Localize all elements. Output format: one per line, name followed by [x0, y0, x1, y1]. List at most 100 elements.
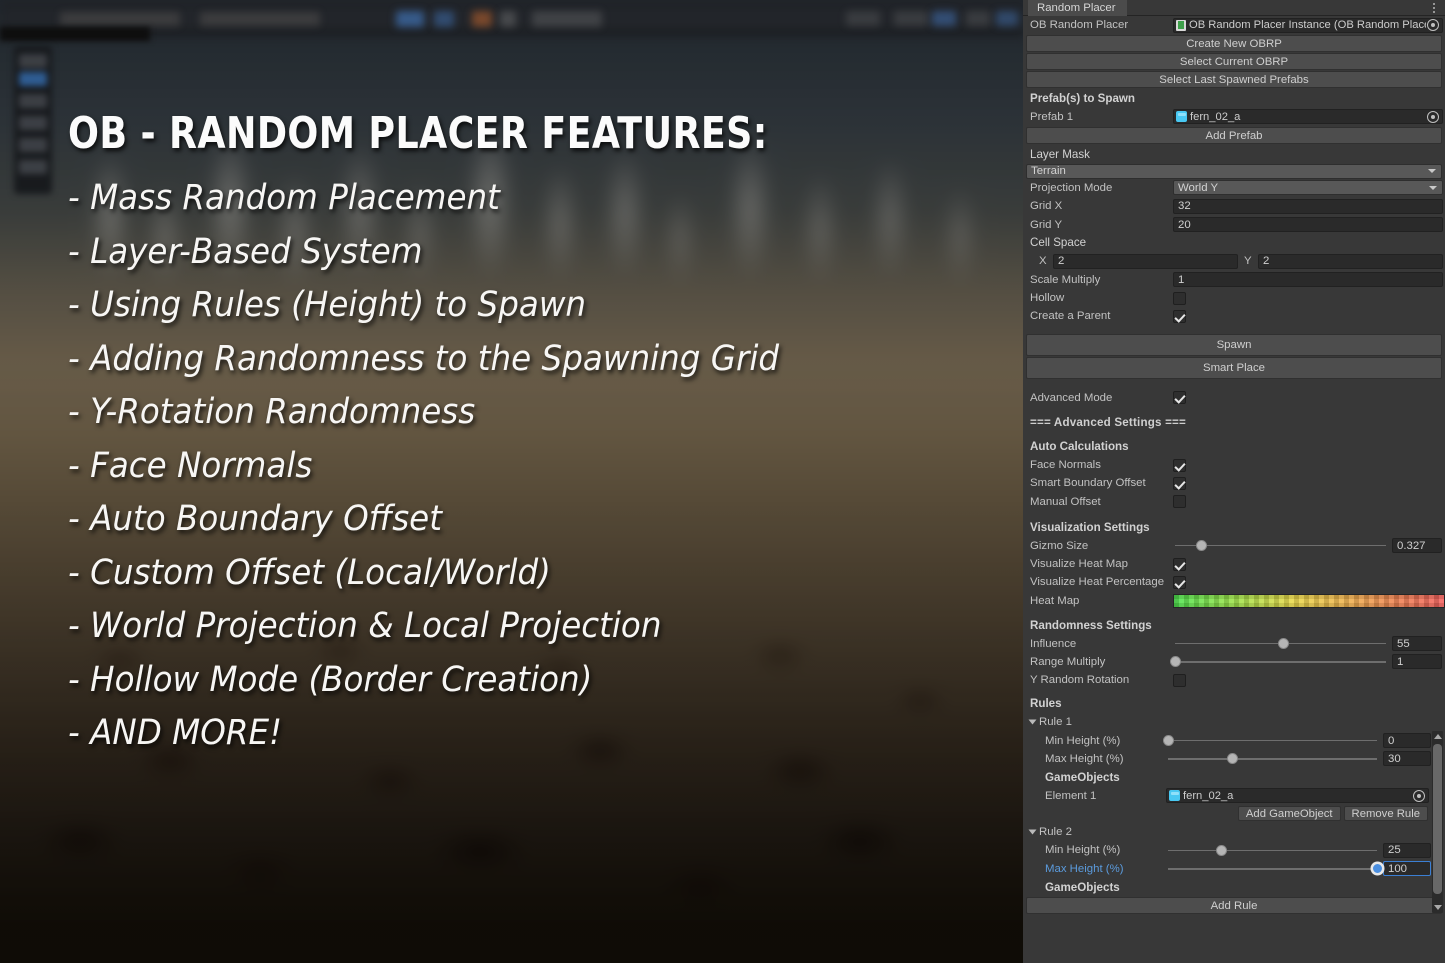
slider-handle[interactable] — [1227, 753, 1238, 764]
toolbar-step-button[interactable] — [472, 11, 492, 27]
y-random-rotation-checkbox[interactable] — [1173, 674, 1186, 687]
rule-2-min-height-input[interactable]: 25 — [1383, 843, 1431, 858]
grid-y-row: Grid Y 20 — [1023, 215, 1445, 233]
toolbar-more-button[interactable] — [996, 11, 1018, 26]
scroll-down-arrow-icon[interactable] — [1434, 905, 1442, 910]
scale-multiply-input[interactable]: 1 — [1173, 272, 1443, 287]
smart-place-button[interactable]: Smart Place — [1026, 357, 1442, 379]
toolbar-layers-dropdown[interactable] — [846, 11, 880, 26]
influence-input[interactable]: 55 — [1392, 636, 1442, 651]
influence-value: 55 — [1397, 638, 1410, 650]
scrollbar-thumb[interactable] — [1433, 744, 1442, 894]
rules-list: Rule 1 Min Height (%) 0 Max Height (%) — [1023, 713, 1445, 897]
select-last-spawned-prefabs-button[interactable]: Select Last Spawned Prefabs — [1026, 71, 1442, 88]
rule-2-min-height-slider[interactable] — [1166, 843, 1379, 858]
inspector-tabbar[interactable]: Random Placer — [1023, 0, 1445, 16]
rule-1-max-height-slider[interactable] — [1166, 751, 1379, 766]
add-rule-button[interactable]: Add Rule — [1026, 897, 1442, 914]
grid-x-input[interactable]: 32 — [1173, 199, 1443, 214]
slider-handle[interactable] — [1163, 735, 1174, 746]
spawn-button[interactable]: Spawn — [1026, 334, 1442, 356]
hollow-checkbox[interactable] — [1173, 292, 1186, 305]
gizmo-size-input[interactable]: 0.327 — [1392, 538, 1442, 553]
create-new-obrp-button[interactable]: Create New OBRP — [1026, 35, 1442, 52]
slider-handle[interactable] — [1216, 845, 1227, 856]
tab-random-placer[interactable]: Random Placer — [1028, 0, 1127, 16]
add-prefab-button[interactable]: Add Prefab — [1026, 127, 1442, 144]
chevron-down-icon[interactable] — [1029, 720, 1037, 725]
prefab-cube-icon — [1169, 790, 1180, 801]
advanced-mode-checkbox[interactable] — [1173, 391, 1186, 404]
cell-space-x-input[interactable]: 2 — [1053, 254, 1238, 269]
select-current-obrp-button[interactable]: Select Current OBRP — [1026, 53, 1442, 70]
scene-tool-rect[interactable] — [19, 138, 47, 152]
ob-random-placer-field[interactable]: OB Random Placer Instance (OB Random Pla… — [1173, 18, 1443, 33]
scene-tool-rotate[interactable] — [19, 94, 47, 108]
advanced-mode-label: Advanced Mode — [1030, 392, 1173, 404]
manual-offset-checkbox[interactable] — [1173, 495, 1186, 508]
feature-item: - Face Normals — [68, 440, 942, 494]
visualize-heat-percentage-checkbox[interactable] — [1173, 576, 1186, 589]
ob-random-placer-value: OB Random Placer Instance (OB Random Pla… — [1189, 19, 1426, 31]
object-picker-icon[interactable] — [1413, 790, 1425, 802]
rule-2-max-height-slider[interactable] — [1166, 861, 1379, 876]
rule-1-gameobjects-header: GameObjects — [1023, 768, 1445, 786]
object-picker-icon[interactable] — [1427, 19, 1439, 31]
create-parent-checkbox[interactable] — [1173, 310, 1186, 323]
face-normals-checkbox[interactable] — [1173, 459, 1186, 472]
rule-1-element-1-field[interactable]: fern_02_a — [1166, 788, 1429, 803]
slider-handle[interactable] — [1372, 863, 1383, 874]
slider-handle[interactable] — [1196, 540, 1207, 551]
rules-scrollbar[interactable] — [1432, 731, 1443, 913]
toolbar-play-button[interactable] — [396, 11, 424, 27]
toolbar-settings-button[interactable] — [966, 11, 990, 26]
chevron-down-icon[interactable] — [1029, 830, 1037, 835]
rule-1-foldout[interactable]: Rule 1 — [1023, 713, 1445, 731]
add-gameobject-button[interactable]: Add GameObject — [1238, 806, 1341, 821]
rule-1-min-height-slider[interactable] — [1166, 733, 1379, 748]
prefab-1-field[interactable]: fern_02_a — [1173, 109, 1443, 124]
slider-handle[interactable] — [1170, 656, 1181, 667]
scroll-up-arrow-icon[interactable] — [1434, 734, 1442, 739]
remove-rule-button[interactable]: Remove Rule — [1344, 806, 1428, 821]
toolbar-layers-chip[interactable] — [200, 12, 320, 26]
layer-mask-value: Terrain — [1031, 165, 1066, 177]
inspector-body: OB Random Placer OB Random Placer Instan… — [1023, 16, 1445, 914]
object-picker-icon[interactable] — [1427, 111, 1439, 123]
influence-slider[interactable] — [1173, 636, 1388, 651]
scene-tool-move[interactable] — [19, 72, 47, 86]
range-multiply-input[interactable]: 1 — [1392, 654, 1442, 669]
kebab-menu-icon[interactable] — [1429, 1, 1439, 15]
projection-mode-dropdown[interactable]: World Y — [1173, 180, 1443, 195]
heat-map-gradient[interactable] — [1173, 594, 1445, 608]
inspector-panel[interactable]: Random Placer OB Random Placer OB Random… — [1023, 0, 1445, 963]
toolbar-pause-button[interactable] — [434, 11, 454, 27]
gizmo-size-slider[interactable] — [1173, 538, 1388, 553]
rule-2-max-height-input[interactable]: 100 — [1383, 861, 1431, 876]
scene-view-tab[interactable] — [0, 27, 150, 41]
smart-boundary-offset-checkbox[interactable] — [1173, 477, 1186, 490]
slider-handle[interactable] — [1278, 638, 1289, 649]
toolbar-gizmos-toggle[interactable] — [932, 11, 956, 26]
toolbar-layout-dropdown[interactable] — [894, 11, 928, 26]
rule-2-gameobjects-header: GameObjects — [1023, 878, 1445, 896]
scene-tool-hand[interactable] — [19, 54, 47, 68]
visualize-heat-map-checkbox[interactable] — [1173, 558, 1186, 571]
grid-y-input[interactable]: 20 — [1173, 217, 1443, 232]
smart-boundary-offset-label: Smart Boundary Offset — [1030, 477, 1173, 489]
rule-1-min-height-input[interactable]: 0 — [1383, 733, 1431, 748]
toolbar-cloud-button[interactable] — [500, 11, 516, 27]
rule-1-max-height-input[interactable]: 30 — [1383, 751, 1431, 766]
rule-2-foldout[interactable]: Rule 2 — [1023, 823, 1445, 841]
editor-toolbar-controls[interactable] — [0, 0, 1023, 37]
scene-view[interactable]: OB - RANDOM PLACER FEATURES: - Mass Rand… — [0, 0, 1023, 963]
range-multiply-slider[interactable] — [1173, 654, 1388, 669]
layer-mask-dropdown[interactable]: Terrain — [1026, 164, 1442, 179]
scene-tools-overlay[interactable] — [14, 46, 52, 194]
scene-tool-transform[interactable] — [19, 160, 47, 174]
toolbar-account-chip[interactable] — [60, 12, 180, 26]
toolbar-search-field[interactable] — [532, 11, 602, 27]
visualize-heat-map-label: Visualize Heat Map — [1030, 558, 1173, 570]
scene-tool-scale[interactable] — [19, 116, 47, 130]
cell-space-y-input[interactable]: 2 — [1258, 254, 1443, 269]
